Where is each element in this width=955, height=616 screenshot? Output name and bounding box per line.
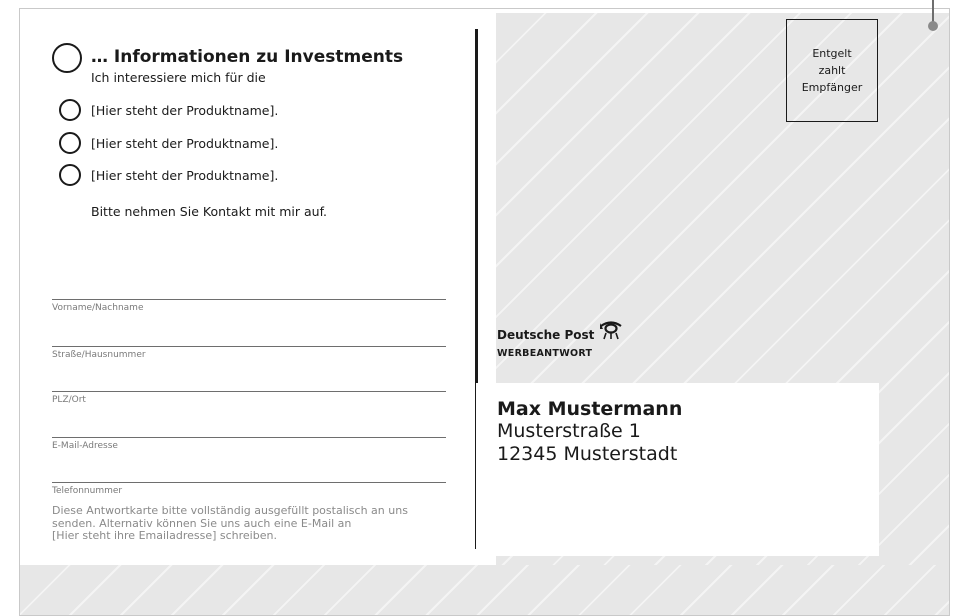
recipient-city: 12345 Musterstadt — [497, 443, 678, 465]
recipient-street: Musterstraße 1 — [497, 420, 641, 442]
city-field-label: PLZ/Ort — [52, 395, 86, 405]
footnote: Diese Antwortkarte bitte vollständig aus… — [52, 504, 462, 543]
posthorn-icon — [598, 320, 624, 344]
postage-line-3: Empfänger — [801, 81, 863, 94]
product-checkbox-3[interactable] — [59, 164, 81, 186]
phone-field[interactable] — [52, 482, 446, 483]
street-field-label: Straße/Hausnummer — [52, 350, 146, 360]
city-field[interactable] — [52, 391, 446, 392]
footnote-line-3: [Hier steht ihre Emailadresse] schreiben… — [52, 529, 277, 542]
marker-pin-dot — [928, 21, 938, 31]
product-option-3: [Hier steht der Produktname]. — [91, 168, 279, 183]
email-field-label: E-Mail-Adresse — [52, 441, 118, 451]
product-option-1: [Hier steht der Produktname]. — [91, 103, 279, 118]
postage-line-2: zahlt — [818, 64, 846, 77]
email-field[interactable] — [52, 437, 446, 438]
name-field-label: Vorname/Nachname — [52, 303, 144, 313]
heading-checkbox[interactable] — [52, 43, 82, 73]
product-checkbox-1[interactable] — [59, 99, 81, 121]
street-field[interactable] — [52, 346, 446, 347]
footnote-line-1: Diese Antwortkarte bitte vollständig aus… — [52, 504, 408, 517]
phone-field-label: Telefonnummer — [52, 486, 123, 496]
deutsche-post-logo: Deutsche Post — [497, 321, 624, 344]
form-intro: Ich interessiere mich für die — [91, 70, 266, 85]
recipient-name: Max Mustermann — [497, 398, 683, 420]
werbeantwort-label: WERBEANTWORT — [497, 348, 593, 359]
postal-brand: Deutsche Post — [497, 328, 595, 342]
bottom-strip — [20, 565, 949, 615]
postage-line-1: Entgelt — [812, 47, 852, 60]
product-checkbox-2[interactable] — [59, 132, 81, 154]
postage-box: Entgelt zahlt Empfänger — [786, 19, 878, 122]
contact-request: Bitte nehmen Sie Kontakt mit mir auf. — [91, 204, 328, 219]
product-option-2: [Hier steht der Produktname]. — [91, 136, 279, 151]
marker-pin-line — [932, 0, 934, 22]
form-heading: … Informationen zu Investments — [91, 47, 404, 67]
name-field[interactable] — [52, 299, 446, 300]
